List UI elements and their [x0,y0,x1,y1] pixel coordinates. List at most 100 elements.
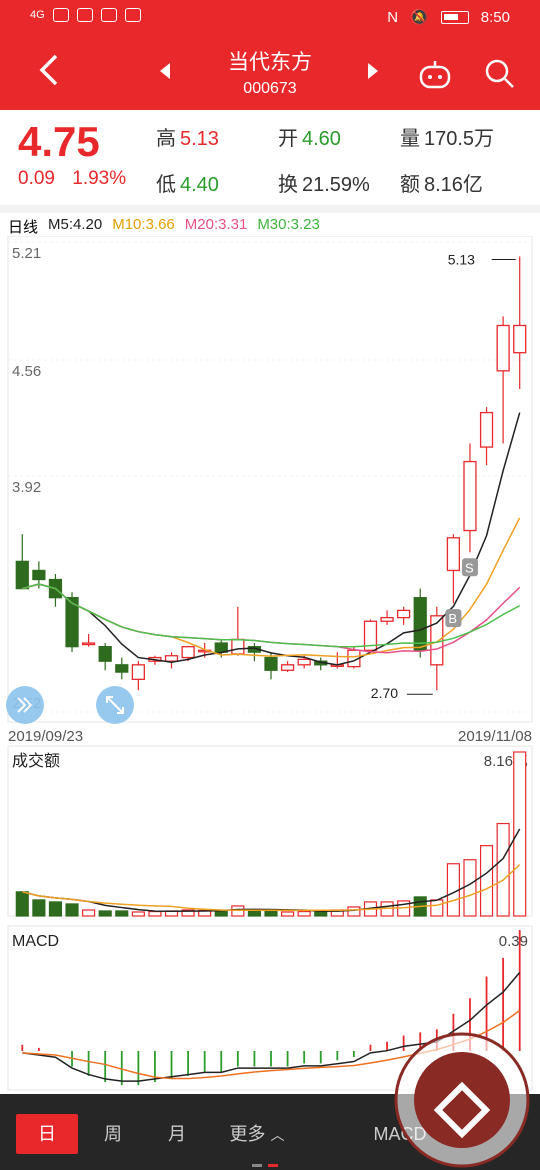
quote-panel: 4.75 0.09 1.93% 高 5.13 开 4.60 量 170.5万 低 4.4… [0,110,540,205]
amount-field: 额 8.16亿 [400,168,483,197]
price-change: 0.09 1.93% [18,168,126,190]
ma-legend: 日线 M5:4.20 M10:3.66 M20:3.31 M30:3.23 [8,216,320,237]
ma10-label: M10:3.66 [112,216,175,233]
ma20-label: M20:3.31 [184,216,248,233]
open-field: 开 4.60 [278,122,341,151]
watermark-seal [394,1032,530,1168]
tab-more-label: 更多 [229,1124,266,1144]
volume-value: 170.5万 [424,128,495,150]
volume-bar [513,751,527,917]
candle-body [463,460,477,532]
candle-body [380,616,394,622]
turnover-field: 换 21.59% [278,168,370,197]
candle-body [81,642,96,646]
ma5-line [22,412,521,666]
y-tick-label: 3.92 [12,479,41,496]
candle-body [115,664,129,673]
battery-icon [440,10,469,24]
ma10-line [22,517,521,658]
signal-indicator: 4G [30,9,45,21]
candle-body [446,537,461,572]
app-notification-icon-3 [100,8,117,22]
change-percent: 1.93% [72,168,127,189]
volume-bar [347,906,361,917]
open-label: 开 [278,128,298,150]
chevron-up-icon: ︿ [270,1127,285,1143]
tab-month[interactable]: 月 [148,1114,206,1154]
volume-bar [65,903,79,917]
ma30-label: M30:3.23 [257,216,320,233]
volume-bar [496,822,510,917]
volume-bar [115,910,129,917]
candle-body [397,609,411,619]
tab-more[interactable]: 更多 ︿ [212,1114,302,1154]
macd-title: MACD [12,933,59,950]
cloud-icon [124,8,141,22]
turnover-value: 21.59% [302,174,370,196]
candle-body [496,324,510,372]
period-label[interactable]: 日线 [8,216,38,237]
next-stock-icon[interactable] [366,62,380,80]
tab-week[interactable]: 周 [84,1114,142,1154]
high-marker-label: 5.13 [448,252,475,268]
volume-bar [48,901,63,917]
robot-assistant-icon[interactable] [418,58,452,90]
mute-icon: 🔕 [410,9,429,26]
sell-signal-label: S [465,560,474,575]
stock-chart[interactable]: 5.214.563.922.625.132.70SB2019/09/232019… [0,236,540,1092]
search-icon[interactable] [484,58,516,90]
divider [0,205,540,213]
ma5-label: M5:4.20 [48,216,103,233]
candle-body [297,658,311,666]
last-price: 4.75 [18,118,100,165]
nfc-icon: N [387,8,399,26]
volume-bar [264,910,278,917]
prev-stock-icon[interactable] [158,62,172,80]
clock: 8:50 [480,8,510,26]
status-bar: 4G N 🔕 8:50 [0,0,540,36]
volume-bar [32,899,46,917]
volume-bar [281,911,295,917]
candle-body [280,664,295,671]
volume-bar [131,911,145,917]
page-indicator [252,1164,278,1167]
y-tick-label: 5.21 [12,245,41,262]
x-start-label: 2019/09/23 [8,728,83,745]
volume-bar [247,909,261,917]
volume-bar [148,910,162,917]
candle-body [264,656,278,671]
candle-body [181,646,195,659]
volume-field: 量 170.5万 [400,122,494,151]
amount-label: 额 [400,174,420,196]
volume-ma5-line [22,828,521,913]
candle-body [131,664,145,680]
volume-label: 量 [400,128,420,150]
tab-day[interactable]: 日 [16,1114,78,1154]
candle-body [32,569,46,581]
nav-bar: 当代东方 000673 [0,40,540,110]
volume-bar [463,859,477,917]
candle-body [15,560,29,590]
low-marker-label: 2.70 [371,685,398,701]
high-field: 高 5.13 [156,122,219,151]
top-header: 4G N 🔕 8:50 当代东方 000673 [0,0,540,110]
amount-value: 8.16亿 [424,174,483,196]
stock-code: 000673 [243,80,297,97]
price-panel-frame [7,236,533,723]
volume-bar [297,910,311,917]
candle-body [98,646,112,662]
collapse-button[interactable] [6,686,44,724]
low-label: 低 [156,174,176,196]
candle-body [479,411,494,448]
candle-body [513,324,527,354]
app-notification-icon-2 [76,8,93,22]
back-icon[interactable] [30,50,70,90]
high-label: 高 [156,128,176,150]
fullscreen-button[interactable] [96,686,134,724]
open-value: 4.60 [302,128,341,150]
volume-bar [98,910,112,917]
volume-bar [82,909,96,917]
candle-body [231,638,245,655]
volume-title: 成交额 [12,752,60,770]
y-tick-label: 4.56 [12,363,41,380]
